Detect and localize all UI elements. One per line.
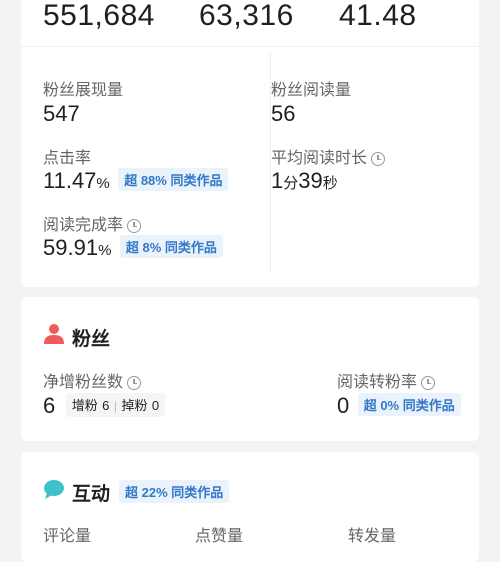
ctr-badge: 超 88% 同类作品 bbox=[118, 168, 229, 191]
gain-label: 增粉 bbox=[71, 398, 98, 413]
fan-reads-label: 粉丝阅读量 bbox=[271, 82, 352, 99]
top-stat-3: 41.48 bbox=[339, 0, 417, 32]
clock-icon[interactable] bbox=[371, 151, 386, 166]
completion-rate-value: 59.91 bbox=[43, 235, 99, 260]
separator: | bbox=[113, 399, 117, 413]
completion-rate-label: 阅读完成率 bbox=[43, 217, 124, 234]
gain-value: 6 bbox=[102, 398, 110, 413]
ctr-label: 点击率 bbox=[43, 150, 92, 167]
loss-value: 0 bbox=[151, 398, 160, 413]
conversion-value: 0 bbox=[337, 393, 350, 418]
fan-impressions-label: 粉丝展现量 bbox=[43, 82, 124, 99]
avg-read-minutes: 1 bbox=[271, 168, 284, 193]
overview-card: 551,684 63,316 41.48 粉丝展现量 547 粉丝阅读量 56 … bbox=[21, 0, 479, 287]
completion-rate-row: 59.91% 超 8% 同类作品 bbox=[43, 235, 223, 261]
net-growth-label-row: 净增粉丝数 bbox=[43, 368, 142, 392]
avg-read-seconds: 39 bbox=[298, 168, 323, 193]
divider bbox=[21, 46, 479, 47]
clock-icon[interactable] bbox=[127, 375, 142, 390]
ctr-value: 11.47 bbox=[43, 168, 97, 193]
avg-read-time-value-row: 1分39秒 bbox=[271, 168, 338, 194]
completion-rate-badge: 超 8% 同类作品 bbox=[119, 235, 223, 258]
ctr-unit: % bbox=[96, 175, 110, 192]
interaction-badge: 超 22% 同类作品 bbox=[119, 480, 230, 503]
net-growth-row: 6 增粉 6 | 掉粉 0 bbox=[43, 393, 166, 419]
fans-card: 粉丝 净增粉丝数 6 增粉 6 | 掉粉 0 阅读转粉率 0 超 0% 同类作品 bbox=[21, 297, 479, 441]
net-growth-value: 6 bbox=[43, 393, 56, 418]
comments-label: 评论量 bbox=[43, 528, 92, 545]
fan-reads-value: 56 bbox=[271, 101, 296, 126]
chat-bubble-icon bbox=[44, 480, 64, 499]
likes-label: 点赞量 bbox=[195, 528, 244, 545]
conversion-row: 0 超 0% 同类作品 bbox=[337, 393, 461, 419]
completion-rate-label-row: 阅读完成率 bbox=[43, 211, 142, 235]
avg-read-time-label: 平均阅读时长 bbox=[271, 150, 368, 167]
net-growth-label: 净增粉丝数 bbox=[43, 374, 124, 391]
conversion-label-row: 阅读转粉率 bbox=[337, 368, 436, 392]
clock-icon[interactable] bbox=[421, 375, 436, 390]
interaction-section-title: 互动 bbox=[72, 484, 111, 505]
avg-read-time-label-row: 平均阅读时长 bbox=[271, 144, 386, 168]
conversion-label: 阅读转粉率 bbox=[337, 374, 418, 391]
clock-icon[interactable] bbox=[127, 218, 142, 233]
fan-impressions-value: 547 bbox=[43, 101, 80, 126]
gain-loss-tag: 增粉 6 | 掉粉 0 bbox=[65, 393, 166, 417]
ctr-row: 11.47% 超 88% 同类作品 bbox=[43, 168, 229, 194]
interaction-card: 互动 超 22% 同类作品 评论量 点赞量 转发量 bbox=[21, 452, 479, 562]
person-icon bbox=[44, 324, 64, 344]
top-stat-2: 63,316 bbox=[199, 0, 294, 32]
completion-rate-unit: % bbox=[98, 242, 112, 259]
conversion-badge: 超 0% 同类作品 bbox=[357, 393, 461, 416]
shares-label: 转发量 bbox=[348, 528, 397, 545]
loss-label: 掉粉 bbox=[121, 398, 148, 413]
minutes-unit: 分 bbox=[283, 175, 299, 192]
top-stat-1: 551,684 bbox=[43, 0, 155, 32]
seconds-unit: 秒 bbox=[322, 175, 338, 192]
fans-section-title: 粉丝 bbox=[72, 329, 111, 350]
